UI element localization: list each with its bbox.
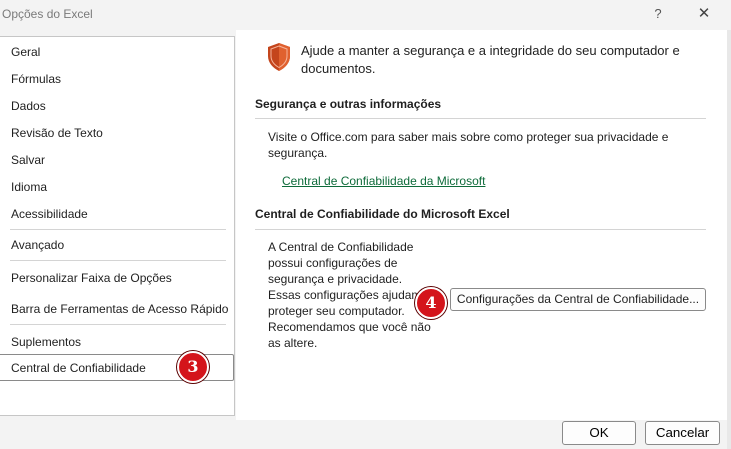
excel-options-dialog: Opções do Excel ? ✕ Geral Fórmulas Dados… (0, 0, 731, 449)
cancel-button[interactable]: Cancelar (645, 421, 720, 445)
sidebar-item-formulas[interactable]: Fórmulas (11, 72, 61, 86)
sidebar-divider (10, 260, 226, 261)
background-window-edge (727, 30, 731, 449)
sidebar-item-barra-acesso-rapido[interactable]: Barra de Ferramentas de Acesso Rápido (11, 302, 228, 316)
section-title-security-info: Segurança e outras informações (255, 97, 442, 111)
step-4-badge: 4 (415, 287, 447, 319)
sidebar-item-salvar[interactable]: Salvar (11, 153, 45, 167)
trust-center-settings-button[interactable]: Configurações da Central de Confiabilida… (450, 288, 706, 311)
title-bar: Opções do Excel ? ✕ (0, 0, 731, 30)
close-button[interactable]: ✕ (692, 4, 716, 24)
trust-center-description: A Central de Confiabilidade possui confi… (268, 240, 432, 350)
header-text: Ajude a manter a segurança e a integrida… (301, 43, 680, 76)
sidebar-item-personalizar-faixa[interactable]: Personalizar Faixa de Opções (11, 271, 172, 285)
window-title: Opções do Excel (2, 7, 93, 21)
section-divider (255, 229, 706, 230)
step-3-badge: 3 (177, 351, 209, 383)
shield-icon (268, 43, 290, 71)
ok-button[interactable]: OK (562, 421, 636, 445)
sidebar-item-dados[interactable]: Dados (11, 99, 46, 113)
trust-center-panel: Ajude a manter a segurança e a integrida… (236, 30, 731, 420)
sidebar-divider (10, 324, 226, 325)
sidebar-divider (10, 229, 226, 230)
sidebar-item-revisao-de-texto[interactable]: Revisão de Texto (11, 126, 103, 140)
sidebar-item-acessibilidade[interactable]: Acessibilidade (11, 207, 88, 221)
sidebar-item-idioma[interactable]: Idioma (11, 180, 47, 194)
sidebar-item-label: Central de Confiabilidade (11, 361, 146, 375)
sidebar-item-geral[interactable]: Geral (11, 45, 40, 59)
sidebar-item-avancado[interactable]: Avançado (11, 238, 64, 252)
help-button[interactable]: ? (648, 4, 668, 24)
microsoft-trust-center-link[interactable]: Central de Confiabilidade da Microsoft (282, 174, 485, 188)
sidebar-item-suplementos[interactable]: Suplementos (11, 335, 81, 349)
section-divider (255, 118, 706, 119)
section-title-excel-trust-center: Central de Confiabilidade do Microsoft E… (255, 207, 510, 221)
office-info-text: Visite o Office.com para saber mais sobr… (268, 130, 669, 160)
